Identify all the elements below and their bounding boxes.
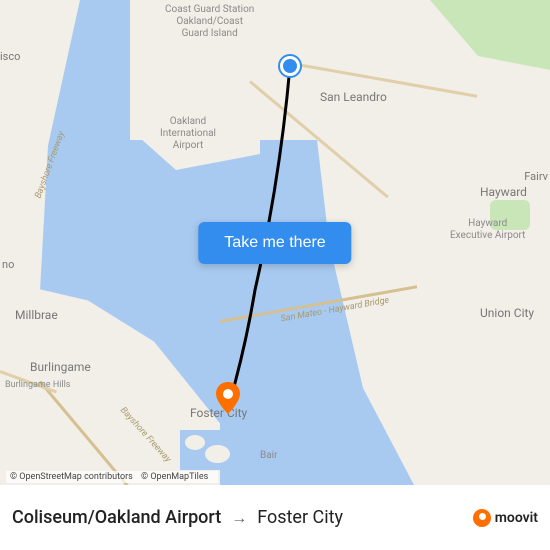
pin-icon (216, 382, 240, 414)
moovit-brand-text: moovit (495, 510, 538, 526)
feature-label-hills: Burlingame Hills (5, 380, 70, 391)
arrow-icon: → (231, 508, 247, 528)
marker-origin[interactable] (280, 56, 300, 76)
city-label-millbrae: Millbrae (15, 308, 58, 322)
map-canvas[interactable]: San Leandro Hayward Union City Burlingam… (0, 0, 550, 485)
feature-label-coast-guard: Coast Guard Station Oakland/Coast Guard … (165, 4, 254, 40)
feature-label-oak-airport: Oakland International Airport (160, 116, 216, 152)
moovit-logo[interactable]: moovit (473, 509, 538, 527)
attribution-omt[interactable]: © OpenMapTiles (141, 472, 208, 482)
map-attribution: © OpenStreetMap contributors © OpenMapTi… (6, 471, 218, 483)
moovit-icon (473, 509, 491, 527)
take-me-there-button[interactable]: Take me there (198, 222, 351, 264)
route-destination-label: Foster City (257, 507, 343, 528)
city-label-partial: isco (0, 50, 20, 63)
city-label-union-city: Union City (480, 306, 534, 320)
islands (180, 430, 240, 470)
city-label-partial: Fairv (524, 170, 548, 183)
feature-label-hayward-airport: Hayward Executive Airport (450, 218, 525, 242)
city-label-burlingame: Burlingame (30, 360, 91, 374)
city-label-partial: no (2, 258, 14, 271)
route-footer: Coliseum/Oakland Airport → Foster City m… (0, 485, 550, 550)
marker-destination[interactable] (216, 382, 240, 414)
attribution-osm[interactable]: © OpenStreetMap contributors (10, 472, 133, 482)
city-label-hayward: Hayward (480, 185, 527, 199)
route-origin-label: Coliseum/Oakland Airport (12, 507, 221, 528)
city-label-san-leandro: San Leandro (320, 90, 387, 104)
feature-label-partial: Bair (260, 450, 278, 462)
